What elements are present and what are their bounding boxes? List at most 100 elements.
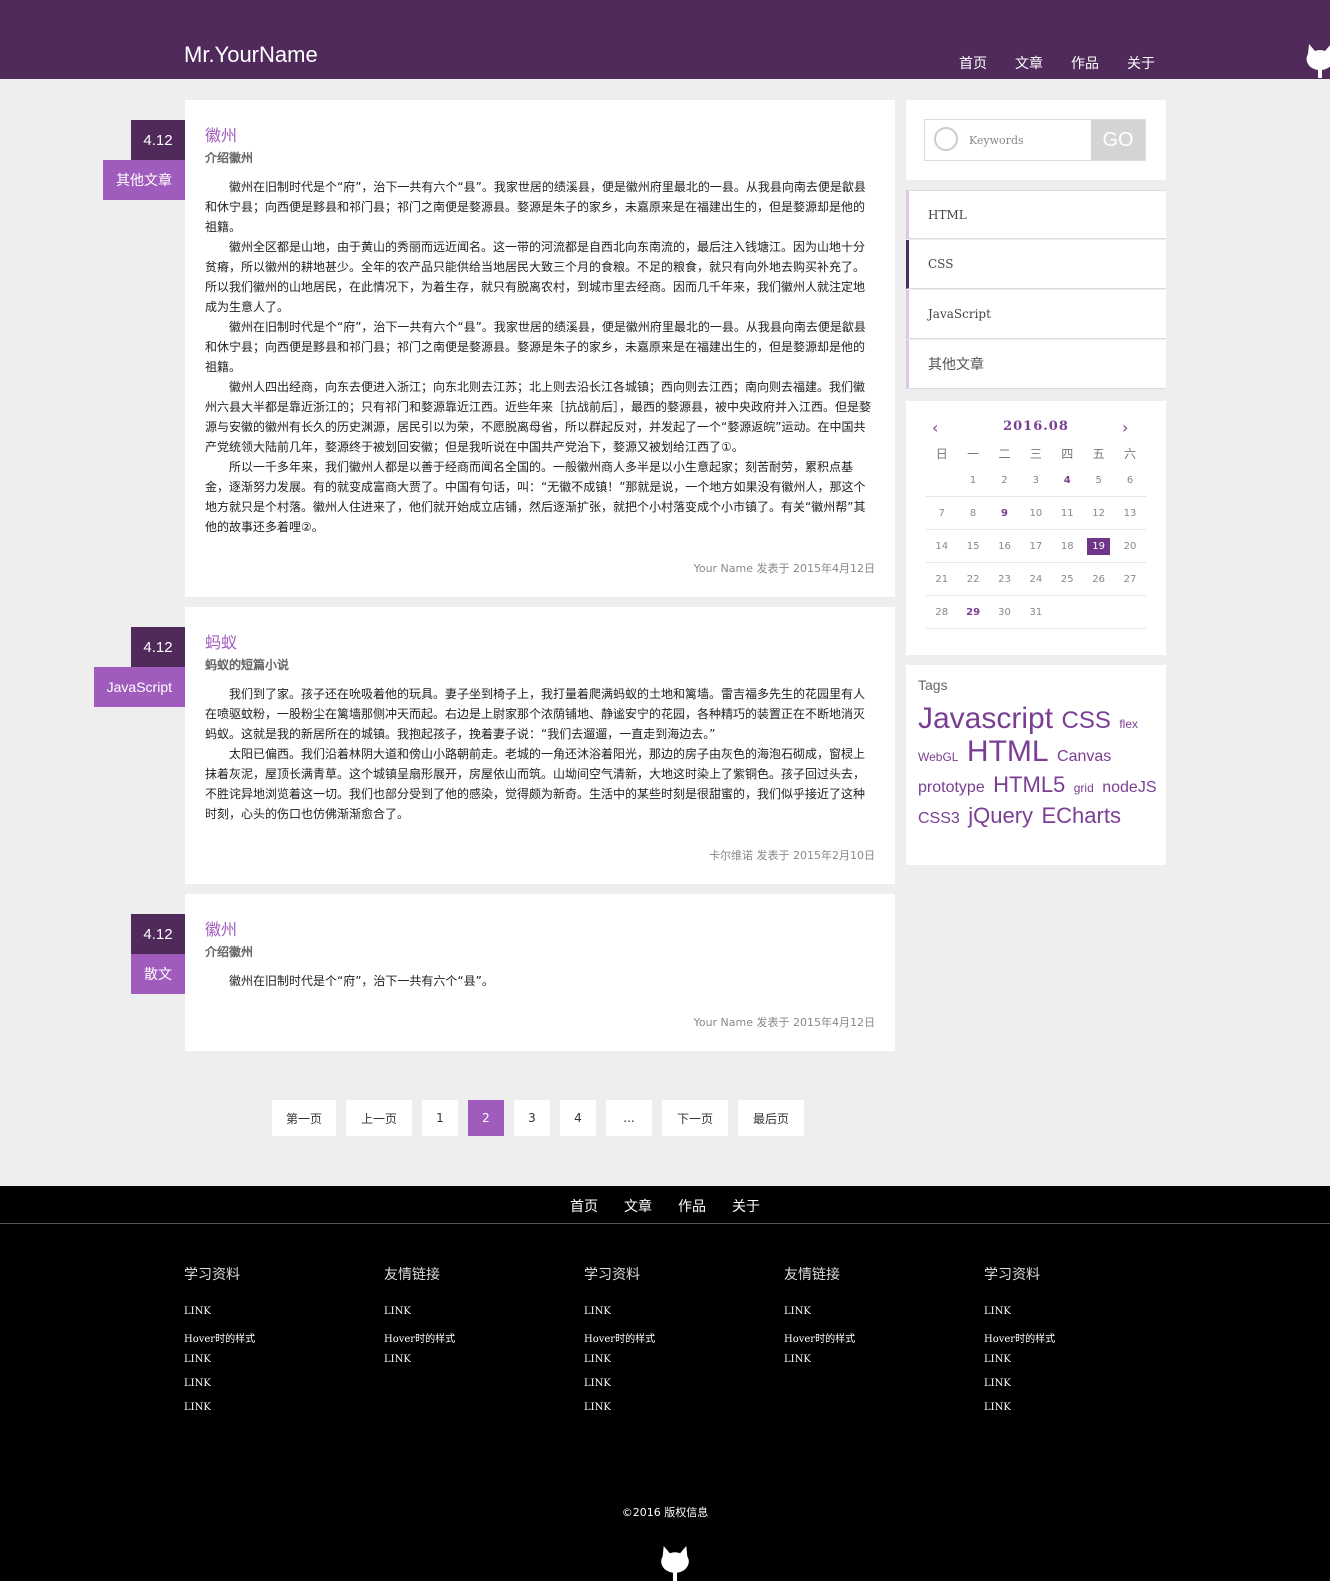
site-brand[interactable]: Mr.YourName: [184, 42, 318, 68]
footer-link[interactable]: LINK: [184, 1306, 255, 1330]
calendar-day[interactable]: 24: [1020, 563, 1051, 595]
calendar-today[interactable]: 19: [1087, 537, 1111, 555]
pagination-item[interactable]: 1: [422, 1100, 458, 1136]
calendar-day[interactable]: 30: [989, 596, 1020, 628]
footer-link[interactable]: LINK: [584, 1402, 655, 1426]
footer-link[interactable]: LINK: [584, 1354, 655, 1378]
footer-link[interactable]: LINK: [384, 1306, 455, 1330]
footer-nav-about[interactable]: 关于: [732, 1196, 760, 1216]
pagination-item[interactable]: 上一页: [346, 1100, 412, 1136]
calendar-day[interactable]: 3: [1020, 464, 1051, 496]
footer-link[interactable]: Hover时的样式: [784, 1330, 855, 1354]
article-category[interactable]: 其他文章: [103, 160, 185, 200]
footer-link[interactable]: Hover时的样式: [384, 1330, 455, 1354]
tag-link[interactable]: CSS: [1062, 707, 1111, 734]
footer-link[interactable]: LINK: [184, 1354, 255, 1378]
calendar-day[interactable]: 6: [1114, 464, 1145, 496]
github-icon[interactable]: [658, 1544, 692, 1581]
tag-link[interactable]: jQuery: [968, 803, 1033, 828]
tag-link[interactable]: HTML5: [993, 772, 1065, 797]
nav-articles[interactable]: 文章: [1015, 53, 1043, 73]
calendar-day[interactable]: 17: [1020, 530, 1051, 562]
nav-works[interactable]: 作品: [1071, 53, 1099, 73]
pagination-item[interactable]: ...: [606, 1100, 652, 1136]
calendar-day[interactable]: 11: [1052, 497, 1083, 529]
footer-nav-articles[interactable]: 文章: [624, 1196, 652, 1216]
article-paragraph: 所以一千多年来，我们徽州人都是以善于经商而闻名全国的。一般徽州商人多半是以小生意…: [205, 460, 866, 534]
calendar-day[interactable]: 31: [1020, 596, 1051, 628]
calendar-day[interactable]: 10: [1020, 497, 1051, 529]
article-category[interactable]: 散文: [131, 954, 185, 994]
calendar-day[interactable]: 5: [1083, 464, 1114, 496]
tag-link[interactable]: ECharts: [1042, 803, 1121, 828]
calendar-day[interactable]: 4: [1052, 464, 1083, 496]
calendar-next-icon[interactable]: ›: [1122, 418, 1128, 437]
footer-nav-works[interactable]: 作品: [678, 1196, 706, 1216]
footer-link[interactable]: LINK: [984, 1378, 1055, 1402]
article-title[interactable]: 徽州: [205, 916, 237, 940]
nav-home[interactable]: 首页: [959, 53, 987, 73]
pagination-item[interactable]: 最后页: [738, 1100, 804, 1136]
tag-link[interactable]: nodeJS: [1102, 779, 1156, 796]
calendar-day[interactable]: 15: [957, 530, 988, 562]
calendar-day[interactable]: 23: [989, 563, 1020, 595]
calendar-day[interactable]: 9: [989, 497, 1020, 529]
footer-link[interactable]: LINK: [384, 1354, 455, 1378]
search-go-button[interactable]: GO: [1091, 120, 1145, 160]
calendar-day[interactable]: 7: [926, 497, 957, 529]
github-icon[interactable]: [1305, 42, 1330, 78]
category-css[interactable]: CSS: [906, 240, 1166, 289]
footer-link[interactable]: Hover时的样式: [984, 1330, 1055, 1354]
tag-link[interactable]: Javascript: [918, 702, 1053, 735]
search-input[interactable]: [969, 128, 1089, 152]
calendar-day[interactable]: 16: [989, 530, 1020, 562]
nav-about[interactable]: 关于: [1127, 53, 1155, 73]
footer-link[interactable]: LINK: [984, 1402, 1055, 1426]
tag-link[interactable]: WebGL: [918, 750, 958, 764]
footer-link[interactable]: Hover时的样式: [584, 1330, 655, 1354]
footer-link[interactable]: LINK: [184, 1378, 255, 1402]
calendar-day[interactable]: 25: [1052, 563, 1083, 595]
category-javascript[interactable]: JavaScript: [906, 290, 1166, 339]
footer-link[interactable]: LINK: [984, 1306, 1055, 1330]
calendar-day[interactable]: 13: [1114, 497, 1145, 529]
calendar-day[interactable]: 27: [1114, 563, 1145, 595]
calendar-day[interactable]: 8: [957, 497, 988, 529]
calendar-day[interactable]: 29: [957, 596, 988, 628]
calendar-day[interactable]: 21: [926, 563, 957, 595]
pagination-item[interactable]: 3: [514, 1100, 550, 1136]
article-title[interactable]: 徽州: [205, 122, 237, 146]
tag-link[interactable]: Canvas: [1057, 748, 1111, 765]
footer-link[interactable]: LINK: [784, 1306, 855, 1330]
calendar-day[interactable]: 1: [957, 464, 988, 496]
tag-link[interactable]: HTML: [967, 735, 1049, 768]
category-other[interactable]: 其他文章: [906, 340, 1166, 389]
pagination-item[interactable]: 2: [468, 1100, 504, 1136]
footer-link[interactable]: Hover时的样式: [184, 1330, 255, 1354]
tag-link[interactable]: flex: [1119, 717, 1138, 731]
pagination-item[interactable]: 4: [560, 1100, 596, 1136]
article-title[interactable]: 蚂蚁: [205, 629, 237, 653]
pagination-item[interactable]: 第一页: [272, 1100, 336, 1136]
footer-link[interactable]: LINK: [984, 1354, 1055, 1378]
calendar-day[interactable]: 22: [957, 563, 988, 595]
calendar-day[interactable]: 26: [1083, 563, 1114, 595]
calendar-day[interactable]: 18: [1052, 530, 1083, 562]
calendar-day[interactable]: 19: [1083, 530, 1114, 562]
footer-link[interactable]: LINK: [184, 1402, 255, 1426]
tag-link[interactable]: grid: [1074, 781, 1094, 795]
calendar-day[interactable]: 14: [926, 530, 957, 562]
tag-link[interactable]: prototype: [918, 779, 985, 796]
article-category[interactable]: JavaScript: [93, 667, 185, 707]
calendar-day[interactable]: 20: [1114, 530, 1145, 562]
pagination-item[interactable]: 下一页: [662, 1100, 728, 1136]
footer-link[interactable]: LINK: [584, 1306, 655, 1330]
footer-link[interactable]: LINK: [584, 1378, 655, 1402]
footer-link[interactable]: LINK: [784, 1354, 855, 1378]
calendar-day[interactable]: 28: [926, 596, 957, 628]
calendar-day[interactable]: 2: [989, 464, 1020, 496]
footer-nav-home[interactable]: 首页: [570, 1196, 598, 1216]
calendar-day[interactable]: 12: [1083, 497, 1114, 529]
category-html[interactable]: HTML: [906, 190, 1166, 239]
tag-link[interactable]: CSS3: [918, 810, 960, 827]
